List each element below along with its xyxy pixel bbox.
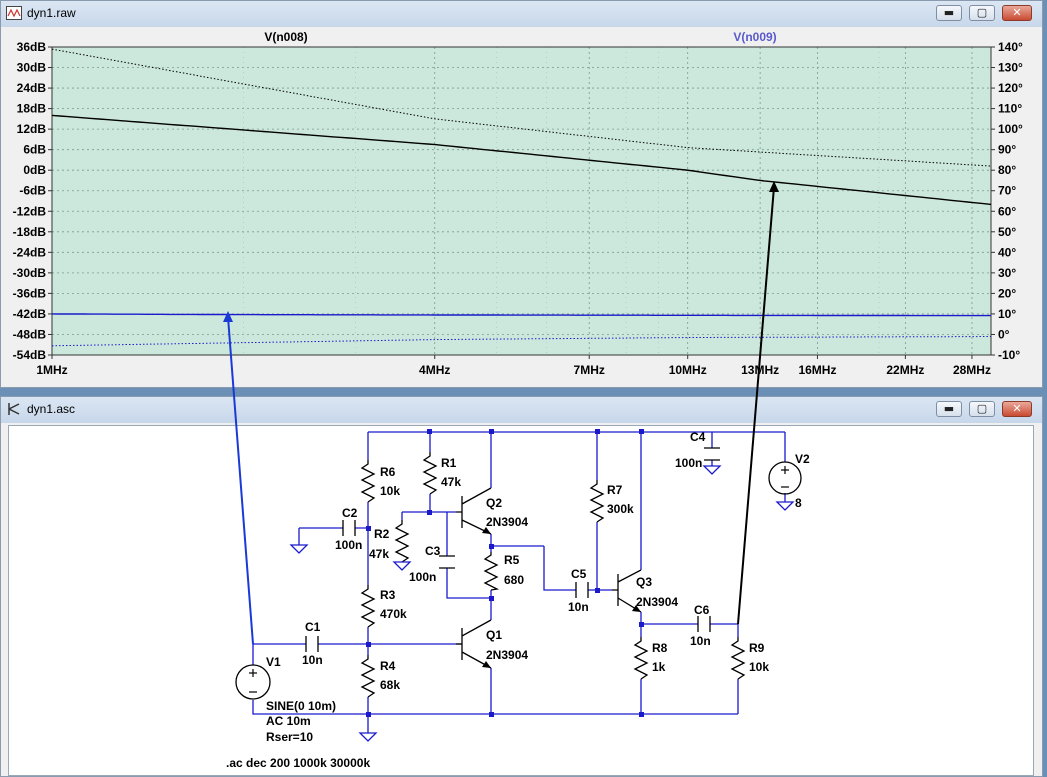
y-right-tick-label: 20° [998,286,1016,300]
y-right-tick-label: 30° [998,266,1016,280]
y-tick-label: -18dB [13,225,47,239]
y-tick-label: 24dB [17,81,47,95]
y-right-tick-label: 110° [998,102,1022,116]
trace-label-right[interactable]: V(n009) [733,30,776,44]
y-tick-label: -6dB [19,184,46,198]
x-tick-label: 10MHz [669,363,707,377]
y-tick-label: -42dB [13,307,47,321]
y-right-tick-label: 60° [998,204,1016,218]
y-right-tick-label: 100° [998,122,1023,136]
y-right-tick-label: 10° [998,307,1016,321]
schematic-window-title: dyn1.asc [27,402,76,416]
y-tick-label: -24dB [13,245,47,259]
schematic-window-titlebar[interactable]: dyn1.asc ▬ ▢ ✕ [1,397,1042,423]
waveform-icon [6,6,22,20]
trace-label-left[interactable]: V(n008) [264,30,307,44]
close-button[interactable]: ✕ [1002,5,1032,21]
y-tick-label: -12dB [13,204,47,218]
y-tick-label: 30dB [17,61,47,75]
y-tick-label: 18dB [17,102,47,116]
plot-window: dyn1.raw ▬ ▢ ✕ 36dB 140° 30dB 130° 24dB 120° 1… [0,0,1043,388]
x-tick-label: 28MHz [953,363,991,377]
y-right-tick-label: 50° [998,225,1016,239]
y-right-tick-label: 90° [998,143,1016,157]
maximize-icon: ▢ [976,402,988,415]
minimize-icon: ▬ [943,402,955,415]
schematic-maximize-button[interactable]: ▢ [969,401,995,417]
y-tick-label: 0dB [23,163,46,177]
y-tick-label: -54dB [13,348,47,362]
y-tick-label: 12dB [17,122,47,136]
maximize-button[interactable]: ▢ [969,5,995,21]
close-icon: ✕ [1012,402,1022,415]
x-tick-label: 1MHz [36,363,67,377]
close-icon: ✕ [1012,6,1022,19]
y-right-tick-label: 120° [998,81,1023,95]
y-right-tick-label: 80° [998,163,1016,177]
plot-window-titlebar[interactable]: dyn1.raw ▬ ▢ ✕ [1,1,1042,27]
maximize-icon: ▢ [976,6,988,19]
minimize-icon: ▬ [943,6,955,19]
y-right-tick-label: 40° [998,245,1016,259]
x-tick-label: 7MHz [574,363,605,377]
x-tick-label: 13MHz [741,363,779,377]
x-tick-label: 22MHz [886,363,924,377]
waveform-plot[interactable]: 36dB 140° 30dB 130° 24dB 120° 18dB 110° 12dB 100°… [1,27,1042,387]
schematic-window: dyn1.asc ▬ ▢ ✕ [0,396,1043,777]
plot-area[interactable] [52,47,991,355]
y-tick-label: 36dB [17,40,47,54]
x-tick-label: 4MHz [419,363,450,377]
schematic-close-button[interactable]: ✕ [1002,401,1032,417]
schematic-canvas[interactable] [8,425,1034,776]
y-tick-label: -36dB [13,286,47,300]
y-right-tick-label: -10° [998,348,1020,362]
y-tick-label: -30dB [13,266,47,280]
schematic-minimize-button[interactable]: ▬ [936,401,962,417]
y-right-tick-label: 0° [998,327,1010,341]
plot-window-title: dyn1.raw [27,6,76,20]
y-tick-label: -48dB [13,327,47,341]
x-tick-label: 16MHz [798,363,836,377]
minimize-button[interactable]: ▬ [936,5,962,21]
y-right-tick-label: 70° [998,184,1016,198]
y-right-tick-label: 140° [998,40,1023,54]
schematic-icon [8,403,20,415]
y-tick-label: 6dB [23,143,46,157]
y-right-tick-label: 130° [998,61,1023,75]
